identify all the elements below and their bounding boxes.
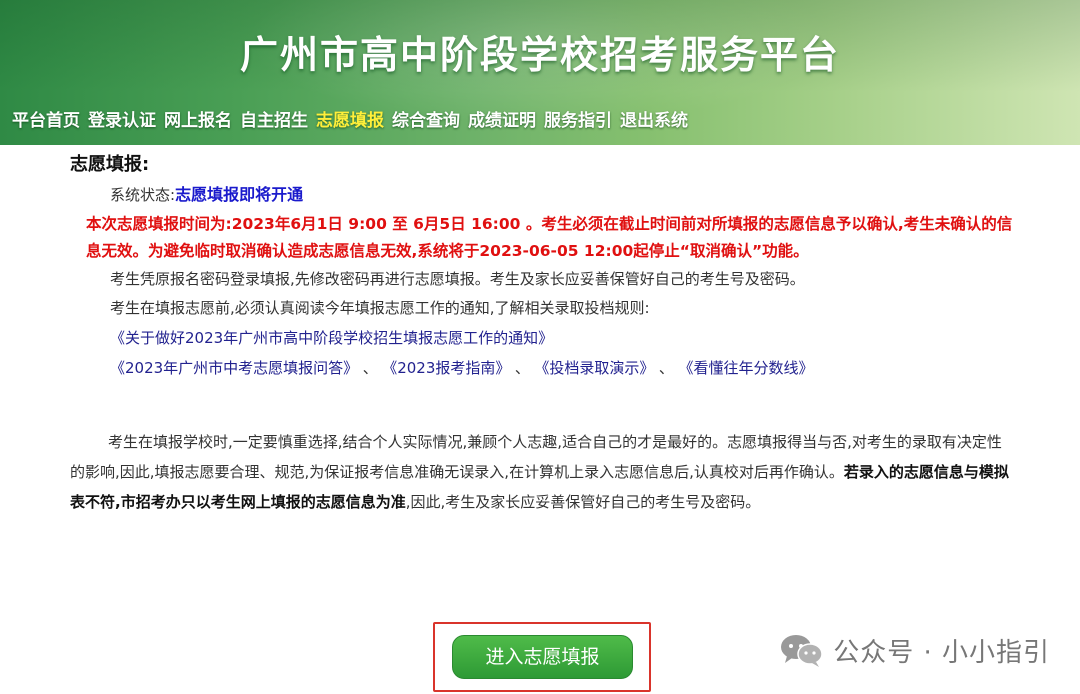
watermark: 公众号 · 小小指引: [779, 630, 1050, 670]
guide-link[interactable]: 《2023报考指南》: [390, 359, 503, 377]
main-content: 志愿填报: 系统状态:志愿填报即将开通 本次志愿填报时间为:2023年6月1日 …: [70, 152, 1030, 517]
nav-item-service-guide[interactable]: 服务指引: [544, 106, 612, 131]
guidance-paragraph: 考生在填报学校时,一定要慎重选择,结合个人实际情况,兼顾个人志趣,适合自己的才是…: [70, 427, 1010, 517]
nav-item-online-registration[interactable]: 网上报名: [164, 106, 232, 131]
login-instruction: 考生凭原报名密码登录填报,先修改密码再进行志愿填报。考生及家长应妥善保管好自己的…: [110, 270, 805, 288]
guidance-end-text: ,因此,考生及家长应妥善保管好自己的考生号及密码。: [405, 493, 761, 511]
enter-application-button[interactable]: 进入志愿填报: [452, 635, 633, 679]
nav-item-query[interactable]: 综合查询: [392, 106, 460, 131]
links-row-1: 《关于做好2023年广州市高中阶段学校招生填报志愿工作的通知》: [110, 323, 1030, 353]
link-separator: 、: [362, 359, 378, 377]
faq-link[interactable]: 《2023年广州市中考志愿填报问答》: [110, 359, 351, 377]
scores-link[interactable]: 《看懂往年分数线》: [686, 359, 814, 377]
status-value: 志愿填报即将开通: [175, 185, 304, 204]
notice-link[interactable]: 《关于做好2023年广州市高中阶段学校招生填报志愿工作的通知》: [110, 329, 553, 347]
status-label: 系统状态:: [110, 186, 176, 204]
enter-button-highlight: 进入志愿填报: [433, 622, 651, 692]
nav-item-application[interactable]: 志愿填报: [316, 106, 384, 131]
main-nav: 平台首页 登录认证 网上报名 自主招生 志愿填报 综合查询 成绩证明 服务指引 …: [12, 104, 688, 132]
application-time-notice: 本次志愿填报时间为:2023年6月1日 9:00 至 6月5日 16:00 。考…: [86, 215, 1013, 260]
nav-item-home[interactable]: 平台首页: [12, 106, 80, 131]
link-separator: 、: [658, 359, 674, 377]
page: 广州市高中阶段学校招考服务平台 平台首页 登录认证 网上报名 自主招生 志愿填报…: [0, 0, 1080, 694]
nav-item-score-certificate[interactable]: 成绩证明: [468, 106, 536, 131]
nav-item-logout[interactable]: 退出系统: [620, 106, 688, 131]
links-row-2: 《2023年广州市中考志愿填报问答》、《2023报考指南》、《投档录取演示》、《…: [110, 353, 1030, 383]
section-title: 志愿填报:: [70, 154, 150, 175]
header-banner: 广州市高中阶段学校招考服务平台 平台首页 登录认证 网上报名 自主招生 志愿填报…: [0, 0, 1080, 145]
site-title: 广州市高中阶段学校招考服务平台: [239, 33, 840, 77]
system-status: 系统状态:志愿填报即将开通: [110, 183, 1030, 207]
nav-item-independent-enrollment[interactable]: 自主招生: [240, 106, 308, 131]
link-separator: 、: [514, 359, 530, 377]
reading-instruction: 考生在填报志愿前,必须认真阅读今年填报志愿工作的通知,了解相关录取投档规则:: [110, 299, 650, 317]
watermark-text: 公众号 · 小小指引: [833, 637, 1050, 668]
wechat-icon: [779, 632, 825, 668]
nav-item-login[interactable]: 登录认证: [88, 106, 156, 131]
demo-link[interactable]: 《投档录取演示》: [542, 359, 647, 377]
